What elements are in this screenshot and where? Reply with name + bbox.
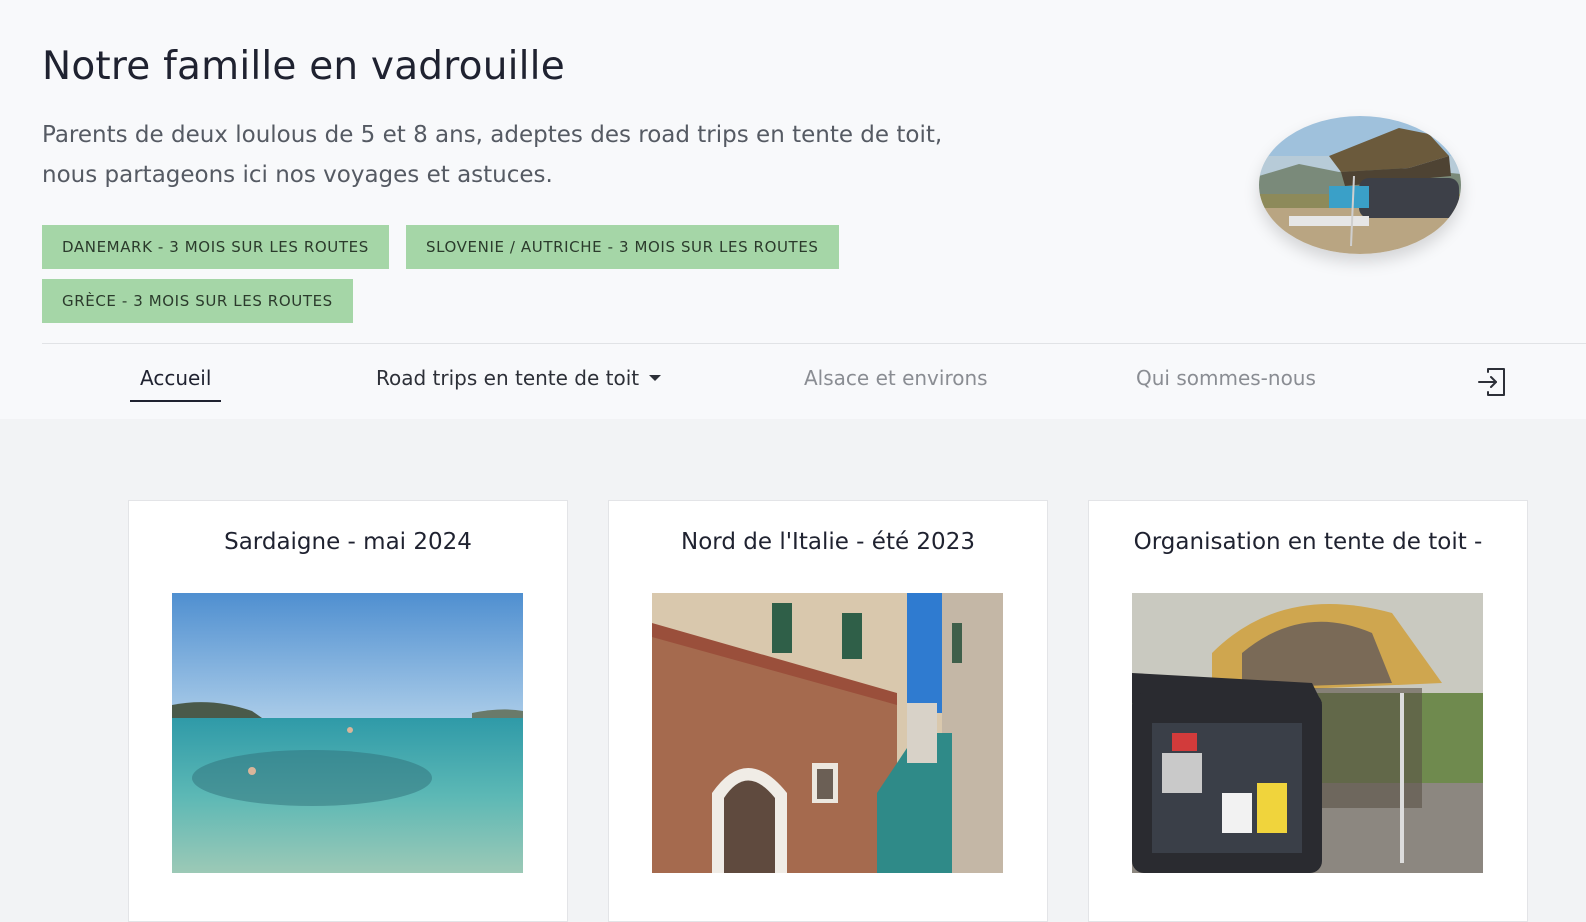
card-title[interactable]: Sardaigne - mai 2024 xyxy=(129,529,567,555)
article-card-italie[interactable]: Nord de l'Italie - été 2023 xyxy=(608,500,1048,922)
nav-item-road-trips-dropdown[interactable]: Road trips en tente de toit xyxy=(366,366,671,400)
profile-photo-roof-tent xyxy=(1259,116,1461,254)
article-card-sardaigne[interactable]: Sardaigne - mai 2024 xyxy=(128,500,568,922)
card-photo-venice-canal[interactable] xyxy=(652,593,1003,873)
tag-button-grece[interactable]: GRÈCE - 3 MOIS SUR LES ROUTES xyxy=(42,279,353,323)
login-icon[interactable] xyxy=(1476,366,1508,398)
tag-button-slovenie-autriche[interactable]: SLOVENIE / AUTRICHE - 3 MOIS SUR LES ROU… xyxy=(406,225,839,269)
card-photo-roof-tent-car[interactable] xyxy=(1132,593,1483,873)
site-header: Notre famille en vadrouille Parents de d… xyxy=(0,0,1586,419)
nav-item-label: Road trips en tente de toit xyxy=(376,366,640,390)
nav-item-alsace[interactable]: Alsace et environs xyxy=(794,366,998,400)
nav-item-accueil[interactable]: Accueil xyxy=(130,366,222,402)
tagline-line-1: Parents de deux loulous de 5 et 8 ans, a… xyxy=(42,122,943,148)
site-tagline: Parents de deux loulous de 5 et 8 ans, a… xyxy=(42,115,1002,195)
card-title[interactable]: Organisation en tente de toit - xyxy=(1089,529,1527,555)
card-title[interactable]: Nord de l'Italie - été 2023 xyxy=(609,529,1047,555)
nav-item-label: Accueil xyxy=(140,366,212,390)
tagline-line-2: nous partageons ici nos voyages et astuc… xyxy=(42,162,553,188)
nav-item-qui-sommes-nous[interactable]: Qui sommes-nous xyxy=(1126,366,1326,400)
caret-down-icon xyxy=(649,374,662,381)
nav-item-label: Alsace et environs xyxy=(804,366,988,390)
card-photo-sea[interactable] xyxy=(172,593,523,873)
site-title[interactable]: Notre famille en vadrouille xyxy=(42,44,565,89)
main-navigation: Accueil Road trips en tente de toit Alsa… xyxy=(42,343,1586,420)
tag-button-danemark[interactable]: DANEMARK - 3 MOIS SUR LES ROUTES xyxy=(42,225,389,269)
article-card-organisation[interactable]: Organisation en tente de toit - xyxy=(1088,500,1528,922)
nav-item-label: Qui sommes-nous xyxy=(1136,366,1316,390)
